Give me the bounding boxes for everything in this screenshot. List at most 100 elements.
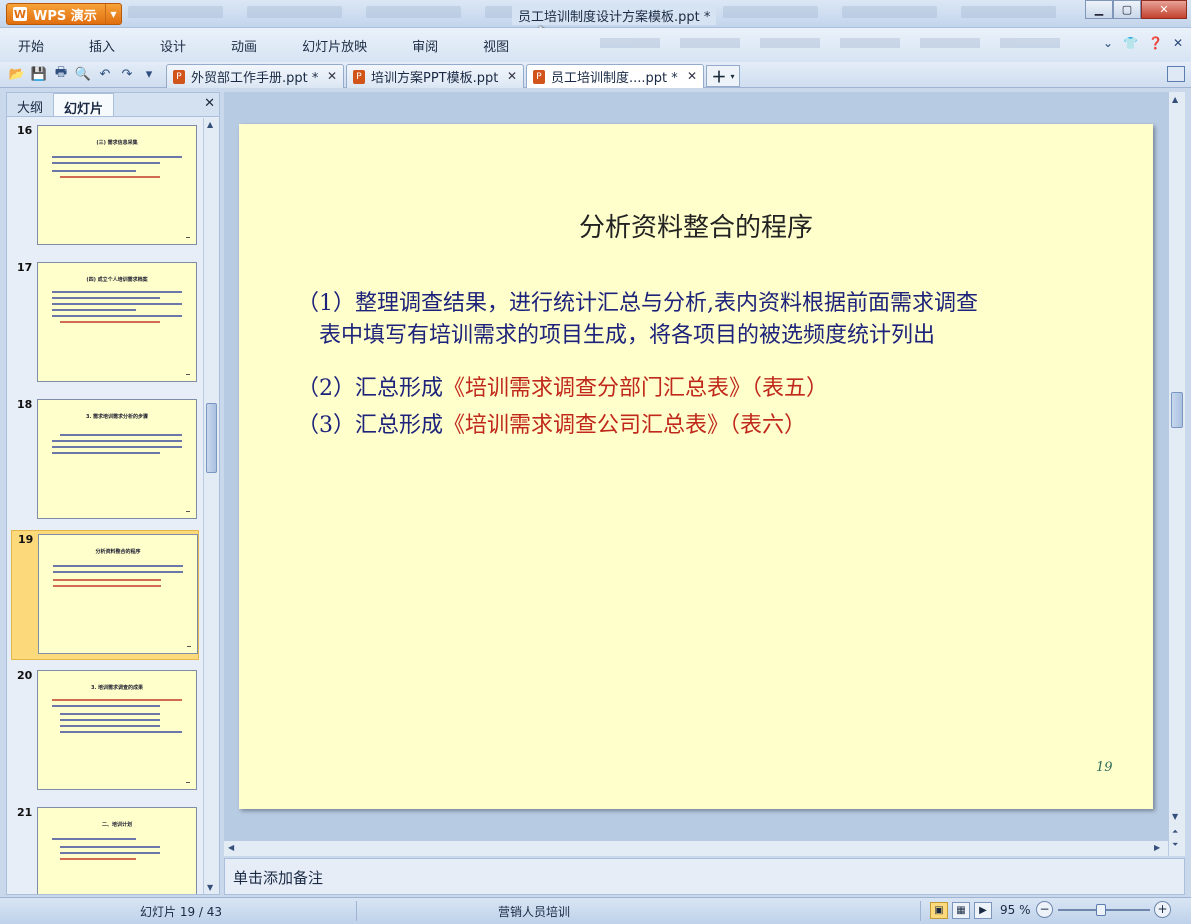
next-slide-icon[interactable]: ⏷: [1172, 840, 1178, 850]
slideshow-icon[interactable]: ▶: [974, 902, 992, 919]
redo-icon[interactable]: ↷: [118, 65, 136, 83]
scroll-up-icon[interactable]: ▲: [1172, 95, 1178, 104]
paragraph-1-line-2: 表中填写有培训需求的项目生成，将各项目的被选频度统计列出: [319, 323, 936, 348]
window-layout-icon[interactable]: [1167, 66, 1185, 82]
menu-animation[interactable]: 动画: [225, 32, 263, 59]
thumbnail-preview: 二、培训计划: [37, 807, 197, 894]
maximize-button[interactable]: ▢: [1113, 0, 1141, 19]
view-buttons: ▣ ▦ ▶: [930, 902, 992, 919]
doc-tab-label: 培训方案PPT模板.ppt: [371, 71, 499, 86]
title-bar: W WPS 演示 ▼ 员工培训制度设计方案模板.ppt * ▁ ▢ ✕: [0, 0, 1191, 28]
thumbnail-scrollbar[interactable]: ▲ ▼: [203, 118, 219, 894]
thumbnail-preview: 3. 需求培训需求分析的步骤: [37, 399, 197, 519]
menu-review[interactable]: 审阅: [406, 32, 444, 59]
menu-bar: 开始 插入 设计 动画 幻灯片放映 审阅 视图 ⌄ 👕 ❓ ✕: [0, 28, 1191, 62]
menu-design[interactable]: 设计: [154, 32, 192, 59]
notes-placeholder: 单击添加备注: [233, 869, 324, 887]
slide-title[interactable]: 分析资料整合的程序: [239, 207, 1153, 244]
thumbnail-title: (四) 成立个人培训需求档案: [86, 277, 148, 283]
close-panel-icon[interactable]: ✕: [204, 96, 215, 111]
slide-counter: 幻灯片 19 / 43: [140, 905, 223, 919]
slide-editor: 分析资料整合的程序 （1）整理调查结果，进行统计汇总与分析,表内资料根据前面需求…: [224, 92, 1168, 856]
wps-app-menu-button[interactable]: W WPS 演示 ▼: [6, 3, 122, 25]
doc-tab-active[interactable]: P 员工培训制度....ppt * ✕: [526, 64, 704, 88]
scroll-thumb[interactable]: [1171, 392, 1183, 428]
menu-view[interactable]: 视图: [477, 32, 515, 59]
minimize-button[interactable]: ▁: [1085, 0, 1113, 19]
close-tab-icon[interactable]: ✕: [327, 69, 337, 83]
tab-outline[interactable]: 大纲: [7, 93, 53, 116]
scroll-left-icon[interactable]: ◀: [228, 843, 234, 852]
thumbnail-preview: (三) 需求信息采集: [37, 125, 197, 245]
slide-paragraph-1[interactable]: （1）整理调查结果，进行统计汇总与分析,表内资料根据前面需求调查 表中填写有培训…: [297, 288, 1097, 352]
slide-paragraph-3[interactable]: （3）汇总形成《培训需求调查公司汇总表》（表六）: [297, 410, 806, 442]
ppt-file-icon: P: [353, 69, 365, 84]
scroll-up-icon[interactable]: ▲: [207, 120, 213, 129]
slide-thumbnail-selected[interactable]: 19 分析资料整合的程序: [11, 530, 199, 660]
thumbnail-preview: 分析资料整合的程序: [38, 534, 198, 654]
slide-paragraph-2[interactable]: （2）汇总形成《培训需求调查分部门汇总表》（表五）: [297, 373, 828, 405]
ppt-file-icon: P: [173, 69, 185, 84]
notes-pane[interactable]: 单击添加备注: [224, 858, 1185, 895]
slide-thumbnail[interactable]: 16 (三) 需求信息采集: [11, 122, 199, 252]
paragraph-2-prefix: （2）汇总形成: [297, 376, 443, 401]
skin-shirt-icon[interactable]: 👕: [1123, 36, 1138, 50]
current-slide[interactable]: 分析资料整合的程序 （1）整理调查结果，进行统计汇总与分析,表内资料根据前面需求…: [239, 124, 1153, 809]
thumbnail-title: (三) 需求信息采集: [96, 140, 138, 146]
slide-thumbnail[interactable]: 21 二、培训计划: [11, 804, 199, 894]
zoom-in-icon[interactable]: +: [1154, 901, 1171, 918]
horizontal-scrollbar[interactable]: ◀ ▶: [224, 840, 1168, 856]
zoom-level[interactable]: 95 %: [1000, 903, 1031, 917]
theme-name: 营销人员培训: [498, 905, 571, 919]
paragraph-1-line-1: （1）整理调查结果，进行统计汇总与分析,表内资料根据前面需求调查: [297, 291, 978, 316]
scroll-down-icon[interactable]: ▼: [207, 883, 213, 892]
open-folder-icon[interactable]: 📂: [8, 65, 26, 83]
menu-start[interactable]: 开始: [12, 32, 50, 59]
close-tab-icon[interactable]: ✕: [687, 69, 697, 83]
slide-sorter-icon[interactable]: ▦: [952, 902, 970, 919]
paragraph-2-highlight: 《培训需求调查分部门汇总表》（表五）: [443, 376, 829, 401]
close-button[interactable]: ✕: [1141, 0, 1187, 19]
print-icon[interactable]: 🖶: [52, 65, 70, 83]
status-bar: 幻灯片 19 / 43 营销人员培训 ▣ ▦ ▶ 95 % − +: [0, 897, 1191, 924]
quick-access-toolbar: 📂 💾 🖶 🔍 ↶ ↷ ▾ P 外贸部工作手册.ppt * ✕ P 培训方案PP…: [0, 62, 1191, 88]
thumbnail-preview: 3. 培训需求调查的成果: [37, 670, 197, 790]
print-preview-icon[interactable]: 🔍: [74, 65, 92, 83]
menu-right-icons: ⌄ 👕 ❓ ✕: [1103, 36, 1183, 50]
new-tab-button[interactable]: ＋ ▾: [706, 65, 740, 87]
undo-icon[interactable]: ↶: [96, 65, 114, 83]
close-tab-icon[interactable]: ✕: [507, 69, 517, 83]
prev-slide-icon[interactable]: ⏶: [1172, 827, 1178, 837]
doc-tab-1[interactable]: P 外贸部工作手册.ppt * ✕: [166, 64, 344, 88]
vertical-scrollbar[interactable]: ▲ ▼ ⏶ ⏷: [1168, 92, 1185, 856]
doc-tab-2[interactable]: P 培训方案PPT模板.ppt ✕: [346, 64, 524, 88]
window-title: 员工培训制度设计方案模板.ppt *: [512, 6, 717, 25]
scroll-thumb[interactable]: [206, 403, 217, 473]
ppt-file-icon: P: [533, 69, 545, 84]
wps-logo-icon: W: [13, 7, 27, 21]
customize-dropdown-icon[interactable]: ▾: [140, 65, 158, 83]
normal-view-icon[interactable]: ▣: [930, 902, 948, 919]
scroll-down-icon[interactable]: ▼: [1172, 812, 1178, 821]
tab-slides[interactable]: 幻灯片: [53, 93, 115, 117]
paragraph-3-highlight: 《培训需求调查公司汇总表》（表六）: [443, 413, 807, 438]
menu-insert[interactable]: 插入: [83, 32, 121, 59]
thumbnail-preview: (四) 成立个人培训需求档案: [37, 262, 197, 382]
chevron-down-icon[interactable]: ▼: [105, 4, 121, 24]
zoom-slider-handle[interactable]: [1096, 904, 1106, 916]
thumbnail-list: 16 (三) 需求信息采集 17 (四) 成立个人培训需求档案 18 3. 需求…: [7, 118, 203, 894]
slide-thumbnail[interactable]: 20 3. 培训需求调查的成果: [11, 667, 199, 797]
slide-thumbnail[interactable]: 18 3. 需求培训需求分析的步骤: [11, 396, 199, 526]
chevron-down-icon[interactable]: ⌄: [1103, 36, 1113, 50]
thumbnail-title: 分析资料整合的程序: [95, 549, 141, 555]
slide-number: 18: [17, 398, 33, 411]
save-icon[interactable]: 💾: [30, 65, 48, 83]
paragraph-3-prefix: （3）汇总形成: [297, 413, 443, 438]
slide-thumbnail[interactable]: 17 (四) 成立个人培训需求档案: [11, 259, 199, 389]
help-icon[interactable]: ❓: [1148, 36, 1163, 50]
slide-number: 16: [17, 124, 33, 137]
scroll-right-icon[interactable]: ▶: [1154, 843, 1160, 852]
close-ribbon-icon[interactable]: ✕: [1173, 36, 1183, 50]
zoom-out-icon[interactable]: −: [1036, 901, 1053, 918]
menu-slideshow[interactable]: 幻灯片放映: [296, 32, 373, 59]
